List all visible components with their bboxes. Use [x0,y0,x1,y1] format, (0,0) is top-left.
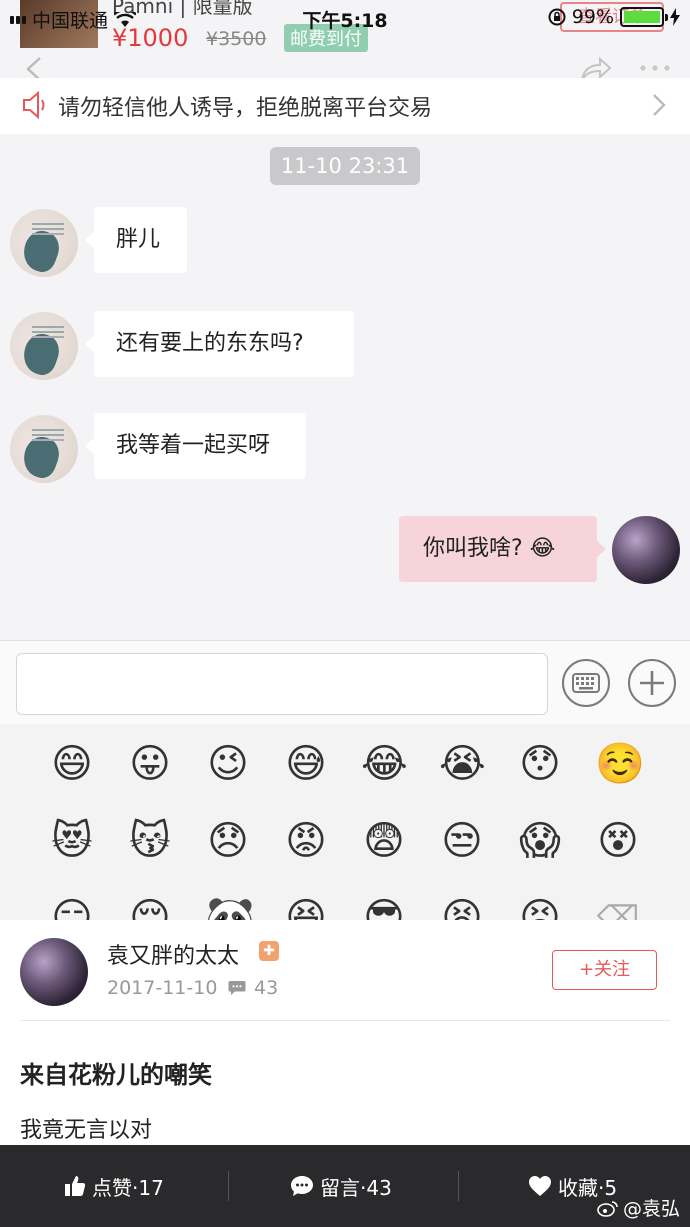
input-area [0,640,690,724]
emoji-blush[interactable]: ☺️ [595,741,645,787]
follow-button[interactable]: +关注 [552,950,657,990]
charging-icon [670,8,680,26]
status-bar: 中国联通 下午5:18 99% [0,0,690,36]
emoji-hushed[interactable]: 😯 [517,741,563,787]
emoji-unamused[interactable]: 😒 [439,818,485,864]
comment-label: 留言·43 [320,1175,392,1200]
battery-percent: 99% [571,6,614,28]
notice-bar[interactable]: 请勿轻信他人诱导，拒绝脱离平台交易 [0,78,690,134]
heart-icon [529,1176,551,1196]
incoming-message[interactable]: 还有要上的东东吗? [85,311,354,377]
comment-count: 43 [254,977,279,999]
divider [20,1020,670,1021]
plus-icon [640,671,664,695]
seller-avatar[interactable] [10,312,78,380]
emoji-angry[interactable]: 😡 [283,818,329,864]
emoji-tears-of-joy[interactable]: 😂 [361,741,408,787]
separator [458,1171,459,1201]
chat-timestamp: 11-10 23:31 [270,147,420,185]
message-input[interactable] [16,653,548,715]
seller-avatar[interactable] [10,415,78,483]
emoji-heart-eyes-cat[interactable]: 😻 [49,818,95,864]
rotation-lock-icon [548,8,566,26]
chat-screen: Pamni | 限量版 ¥1000 ¥3500 邮费到付 查看订单 中国联通 下… [0,0,690,920]
more-actions-button[interactable] [628,659,676,707]
emoji-grin[interactable]: 😄 [49,741,95,787]
emoji-kissing-cat[interactable]: 😽 [127,818,173,864]
chevron-right-icon [653,94,666,116]
emoji-sunglasses[interactable]: 😎 [361,895,407,920]
watermark: @袁弘 [597,1194,680,1221]
outgoing-message[interactable]: 你叫我啥? 😂 [399,516,606,582]
separator [228,1171,229,1201]
emoji-fearful[interactable]: 😨 [361,818,407,864]
backspace-icon[interactable]: ⌫ [595,895,641,920]
more-icon[interactable] [638,58,672,78]
author-avatar[interactable] [20,938,88,1006]
author-name[interactable]: 袁又胖的太太 [107,938,239,970]
emoji-disappointed[interactable]: 😞 [205,818,251,864]
like-label: 点赞·17 [92,1175,164,1200]
incoming-message[interactable]: 胖儿 [85,207,187,273]
emoji-panda[interactable]: 🐼 [205,895,255,920]
watermark-text: @袁弘 [622,1198,680,1220]
incoming-message[interactable]: 我等着一起买呀 [85,413,306,479]
comment-button[interactable]: 留言·43 [290,1145,392,1227]
speaker-icon [23,90,45,120]
notice-text: 请勿轻信他人诱导，拒绝脱离平台交易 [58,96,433,121]
emoji-persevere[interactable]: 😣 [517,895,563,920]
emoji-scream[interactable]: 😱 [517,818,563,864]
emoji-sweat-smile[interactable]: 😅 [283,741,329,787]
vip-badge-icon: ✚ [259,941,279,961]
post-title: 来自花粉儿的嘲笑 [20,1061,212,1089]
message-bubble-icon [291,1176,313,1196]
emoji-panel: 😄 😛 😉 😅 😂 😭 😯 ☺️ 😻 😽 😞 😡 😨 😒 😱 😵 😑 😌 🐼 😆… [0,724,690,920]
emoji-wink[interactable]: 😉 [205,741,251,787]
post-date: 2017-11-10 [107,977,218,999]
keyboard-icon [572,673,600,693]
weibo-logo-icon [597,1200,618,1217]
my-avatar[interactable] [612,516,680,584]
seller-avatar[interactable] [10,209,78,277]
emoji-expressionless[interactable]: 😑 [49,895,95,920]
thumbs-up-icon [65,1176,86,1196]
emoji-laughing[interactable]: 😆 [283,895,329,920]
emoji-relieved[interactable]: 😌 [127,895,173,920]
battery-fill [624,11,660,23]
emoji-crying[interactable]: 😭 [439,741,486,787]
like-button[interactable]: 点赞·17 [64,1145,164,1227]
emoji-tongue[interactable]: 😛 [127,741,173,787]
emoji-tired[interactable]: 😫 [439,895,485,920]
battery-icon [620,7,668,27]
post-card: 袁又胖的太太 ✚ 2017-11-10 43 +关注 来自花粉儿的嘲笑 我竟无言… [0,920,690,1145]
comment-icon [228,981,246,995]
post-body: 我竟无言以对 [20,1118,153,1143]
emoji-dizzy[interactable]: 😵 [595,818,641,864]
keyboard-toggle-button[interactable] [562,659,610,707]
action-bar: 点赞·17 留言·43 收藏·5 @袁弘 [0,1145,690,1227]
